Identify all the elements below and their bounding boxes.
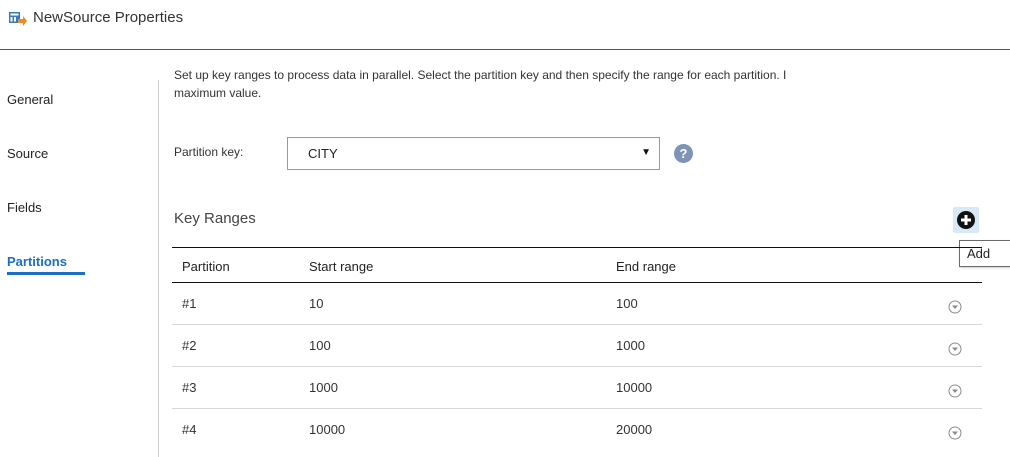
row-menu-icon[interactable]	[948, 342, 962, 356]
sidebar-item-fields[interactable]: Fields	[7, 200, 42, 215]
partition-cell: #4	[182, 422, 197, 437]
sidebar-item-partitions[interactable]: Partitions	[7, 254, 85, 275]
column-header-start-range: Start range	[309, 259, 374, 274]
sidebar-item-general[interactable]: General	[7, 92, 53, 107]
partition-cell: #2	[182, 338, 197, 353]
column-header-partition: Partition	[182, 259, 230, 274]
table-row: #1 10 100	[172, 283, 982, 325]
partition-cell: #3	[182, 380, 197, 395]
source-transformation-icon	[9, 12, 27, 26]
end-range-cell[interactable]: 1000	[616, 338, 645, 353]
key-ranges-table: Partition Start range End range #1 10 10…	[172, 247, 982, 451]
partition-key-label: Partition key:	[174, 145, 244, 159]
partition-cell: #1	[182, 296, 197, 311]
start-range-cell[interactable]: 10	[309, 296, 323, 311]
row-menu-icon[interactable]	[948, 426, 962, 440]
partition-key-select[interactable]: CITY ▼	[287, 137, 660, 170]
header-bar: NewSource Properties	[0, 0, 1010, 50]
partitions-description: Set up key ranges to process data in par…	[174, 66, 1010, 102]
table-row: #3 1000 10000	[172, 367, 982, 409]
page-title: NewSource Properties	[33, 9, 184, 26]
column-header-end-range: End range	[616, 259, 676, 274]
end-range-cell[interactable]: 100	[616, 296, 638, 311]
start-range-cell[interactable]: 1000	[309, 380, 338, 395]
sidebar-item-source[interactable]: Source	[7, 146, 48, 161]
key-ranges-title: Key Ranges	[174, 210, 256, 227]
end-range-cell[interactable]: 10000	[616, 380, 652, 395]
description-line-2: maximum value.	[174, 86, 262, 100]
svg-text:?: ?	[680, 146, 688, 161]
start-range-cell[interactable]: 100	[309, 338, 331, 353]
help-icon[interactable]: ?	[674, 144, 693, 163]
end-range-cell[interactable]: 20000	[616, 422, 652, 437]
sidebar-divider	[158, 80, 159, 457]
start-range-cell[interactable]: 10000	[309, 422, 345, 437]
row-menu-icon[interactable]	[948, 384, 962, 398]
add-range-button[interactable]	[953, 207, 979, 233]
description-line-1: Set up key ranges to process data in par…	[174, 68, 787, 82]
dropdown-arrow-icon: ▼	[641, 147, 651, 158]
partition-key-value: CITY	[308, 146, 338, 161]
table-row: #2 100 1000	[172, 325, 982, 367]
table-row: #4 10000 20000	[172, 409, 982, 451]
table-header: Partition Start range End range	[172, 247, 982, 283]
row-menu-icon[interactable]	[948, 300, 962, 314]
plus-circle-icon	[957, 211, 975, 229]
